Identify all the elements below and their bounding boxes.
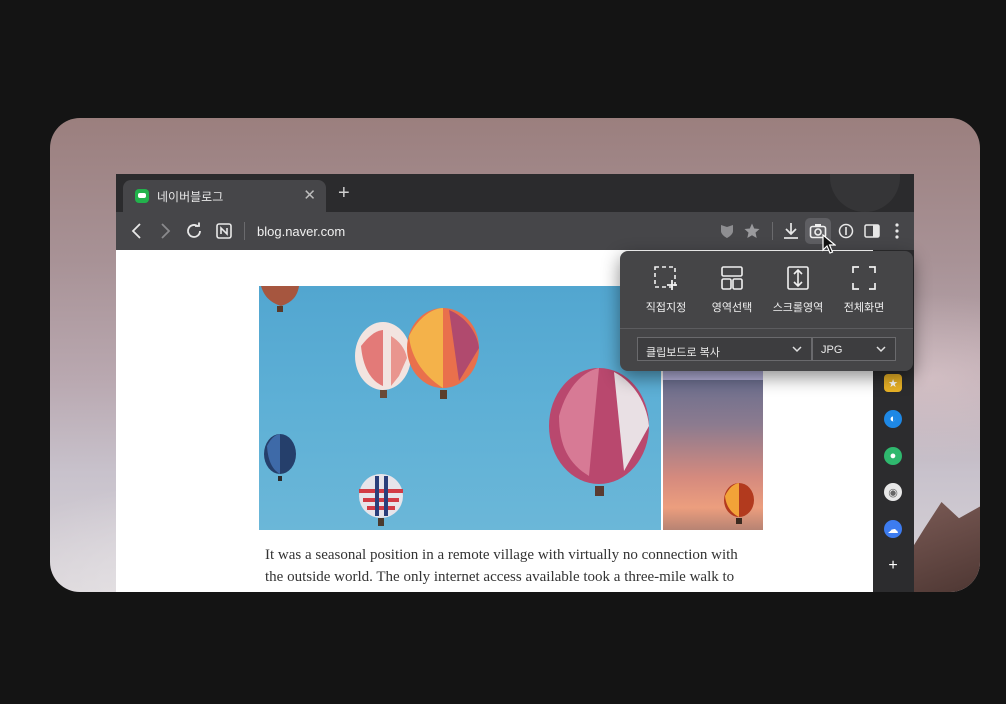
tab-title: 네이버블로그 xyxy=(157,190,224,204)
capture-action-value: 클립보드로 복사 xyxy=(646,347,720,359)
naver-icon[interactable] xyxy=(214,221,234,241)
chevron-down-icon xyxy=(876,346,886,353)
toolbar-divider xyxy=(772,222,773,240)
cloud-icon[interactable]: ☁ xyxy=(884,520,902,538)
download-icon[interactable] xyxy=(781,221,801,241)
address-bar[interactable]: blog.naver.com xyxy=(257,224,345,239)
capture-format-value: JPG xyxy=(821,344,843,356)
browser-window: 네이버블로그 ✕ + blog.naver.com It was a seaso… xyxy=(116,174,914,592)
capture-option-label: 영역선택 xyxy=(711,302,753,314)
tab-naver-blog[interactable]: 네이버블로그 ✕ xyxy=(123,180,326,212)
capture-action-select[interactable]: 클립보드로 복사 xyxy=(637,337,812,361)
toolbar: blog.naver.com xyxy=(116,212,914,250)
scroll-area-icon xyxy=(787,266,809,290)
fullscreen-icon xyxy=(852,266,876,290)
capture-custom-button[interactable]: 직접지정 xyxy=(634,265,698,321)
notification-icon[interactable]: ● xyxy=(884,447,902,465)
custom-area-icon xyxy=(654,266,677,290)
capture-format-select[interactable]: JPG xyxy=(812,337,896,361)
whale-decoration xyxy=(830,174,900,212)
article-body: It was a seasonal position in a remote v… xyxy=(265,544,765,588)
chevron-down-icon xyxy=(792,346,802,353)
sunset-balloon-photo xyxy=(663,380,763,530)
bookmark-icon[interactable]: ★ xyxy=(884,374,902,392)
back-icon[interactable] xyxy=(127,221,147,241)
sidebar-icon[interactable] xyxy=(862,221,882,241)
shield-icon[interactable] xyxy=(717,221,737,241)
region-select-icon xyxy=(721,266,743,290)
add-icon[interactable]: + xyxy=(884,557,902,575)
reader-icon[interactable] xyxy=(836,221,856,241)
article-line: the outside world. The only internet acc… xyxy=(265,569,735,585)
tab-bar: 네이버블로그 ✕ + xyxy=(116,174,914,212)
chat-icon[interactable]: ◉ xyxy=(884,483,902,501)
capture-region-button[interactable]: 영역선택 xyxy=(700,265,764,321)
capture-menu-divider xyxy=(620,328,913,329)
capture-menu: 직접지정 영역선택 스크롤영역 전체화면 클립보드로 복사 JPG xyxy=(620,251,913,371)
whale-icon[interactable]: ◐ xyxy=(884,410,902,428)
capture-option-label: 직접지정 xyxy=(645,302,687,314)
more-icon[interactable] xyxy=(887,221,907,241)
tab-close-icon[interactable]: ✕ xyxy=(303,186,316,204)
forward-icon[interactable] xyxy=(155,221,175,241)
wallpaper-mountain xyxy=(910,502,980,592)
capture-option-label: 전체화면 xyxy=(843,302,885,314)
toolbar-divider xyxy=(244,222,245,240)
capture-scroll-button[interactable]: 스크롤영역 xyxy=(766,265,830,321)
reload-icon[interactable] xyxy=(184,221,204,241)
capture-fullscreen-button[interactable]: 전체화면 xyxy=(832,265,896,321)
hot-air-balloon-photo xyxy=(259,286,661,530)
new-tab-button[interactable]: + xyxy=(338,183,350,203)
naver-blog-favicon-icon xyxy=(135,189,149,203)
article-line: It was a seasonal position in a remote v… xyxy=(265,547,738,563)
mouse-pointer-icon xyxy=(822,234,836,254)
capture-option-label: 스크롤영역 xyxy=(772,302,824,314)
star-icon[interactable] xyxy=(742,221,762,241)
